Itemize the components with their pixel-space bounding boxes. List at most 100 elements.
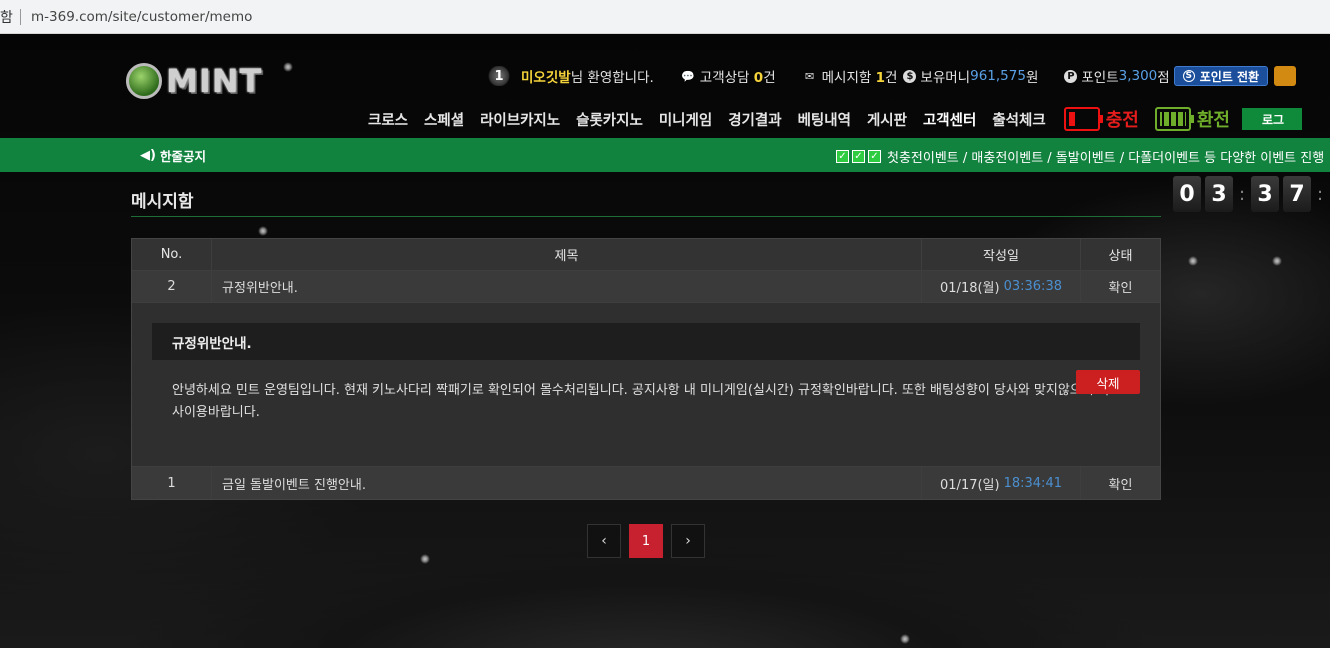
notice-bar: ◀︎) 한줄공지 ✓ ✓ ✓ 첫충전이벤트 / 매충전이벤트 / 돌발이벤트 /… (0, 138, 1330, 172)
point-convert-button[interactable]: S 포인트 전환 (1173, 66, 1269, 86)
row-date-day: 01/18(월) (940, 281, 1000, 296)
battery-full-icon (1154, 107, 1194, 131)
nav-item-board[interactable]: 게시판 (867, 109, 907, 130)
countdown-clock: 0 3 : 3 7 : (1173, 176, 1329, 212)
coin-icon: S (1182, 70, 1195, 82)
row-state: 확인 (1108, 281, 1133, 296)
message-link[interactable]: 메시지함 1건 (822, 66, 898, 86)
site-logo[interactable]: MINT (126, 62, 262, 100)
page-title: 메시지함 (131, 192, 194, 212)
username: 미오깃발 (521, 70, 571, 86)
clock-digit: 0 (1173, 176, 1201, 212)
checkbox-icon: ✓ (852, 150, 865, 163)
nav-item-customer-center[interactable]: 고객센터 (923, 109, 976, 130)
clock-digit: 3 (1251, 176, 1279, 212)
light-sparkle (900, 634, 910, 644)
notice-ticker[interactable]: ✓ ✓ ✓ 첫충전이벤트 / 매충전이벤트 / 돌발이벤트 / 다폴더이벤트 등… (836, 147, 1324, 166)
message-detail: 규정위반안내. 안녕하세요 민트 운영팀입니다. 현재 키노사다리 짝패기로 확… (132, 303, 1160, 467)
clock-digit: 7 (1283, 176, 1311, 212)
money-unit: 원 (1025, 70, 1039, 86)
ticker-text: 첫충전이벤트 / 매충전이벤트 / 돌발이벤트 / 다폴더이벤트 등 다양한 이… (887, 151, 1325, 166)
dollar-coin-icon: $ (903, 69, 917, 83)
header-state: 상태 (1108, 249, 1133, 264)
nav-item-special[interactable]: 스페셜 (424, 109, 464, 130)
leaf-logo-icon (126, 63, 162, 99)
row-date-day: 01/17(일) (940, 477, 1000, 493)
logo-text: MINT (166, 62, 263, 100)
header-title: 제목 (212, 239, 922, 270)
next-page-button[interactable]: › (671, 524, 705, 558)
exchange-label: 환전 (1196, 110, 1230, 131)
money-label: 보유머니 (920, 70, 971, 86)
header-date: 작성일 (922, 239, 1081, 270)
battery-low-icon (1063, 107, 1103, 131)
title-divider (131, 216, 1161, 217)
extra-menu-button[interactable] (1274, 66, 1297, 86)
envelope-icon: ✉ (805, 69, 815, 83)
header-no: No. (132, 239, 212, 270)
point-value: 3,300 (1118, 68, 1158, 84)
nav-item-live-casino[interactable]: 라이브카지노 (480, 109, 560, 130)
row-state: 확인 (1108, 477, 1133, 493)
chat-consult-icon: 💬 (680, 69, 695, 83)
speaker-icon: ◀︎) (140, 148, 156, 163)
table-header-row: No. 제목 작성일 상태 (132, 239, 1160, 271)
row-date-time: 03:36:38 (1003, 279, 1062, 294)
consult-unit: 건 (763, 70, 776, 86)
point-convert-label: 포인트 전환 (1199, 69, 1260, 84)
nav-item-attendance[interactable]: 출석체크 (992, 109, 1045, 130)
light-sparkle (420, 554, 430, 564)
table-row[interactable]: 1 금일 돌발이벤트 진행안내. 01/17(일) 18:34:41 확인 (132, 467, 1160, 499)
row-date: 01/17(일) 18:34:41 (922, 467, 1081, 499)
notice-label-text: 한줄공지 (159, 149, 206, 164)
row-no: 1 (132, 467, 212, 499)
nav-item-results[interactable]: 경기결과 (728, 109, 781, 130)
charge-button[interactable]: 충전 (1063, 106, 1153, 132)
point-coin-icon: P (1064, 69, 1078, 83)
message-count: 1 (875, 70, 885, 86)
address-separator (20, 8, 21, 25)
message-unit: 건 (885, 70, 898, 86)
consult-label: 고객상담 (699, 70, 754, 86)
detail-title: 규정위반안내. (152, 323, 1140, 360)
consult-link[interactable]: 고객상담 0건 (700, 66, 776, 86)
nav-item-cross[interactable]: 크로스 (368, 109, 408, 130)
nav-item-slot-casino[interactable]: 슬롯카지노 (576, 109, 643, 130)
prev-page-button[interactable]: ‹ (587, 524, 621, 558)
url-field[interactable]: m-369.com/site/customer/memo (31, 9, 252, 25)
row-date: 01/18(월) 03:36:38 (922, 271, 1081, 302)
checkbox-icon: ✓ (868, 150, 881, 163)
nav-item-minigame[interactable]: 미니게임 (659, 109, 712, 130)
level-star-icon: 1 (487, 66, 511, 86)
row-title[interactable]: 금일 돌발이벤트 진행안내. (212, 467, 922, 499)
welcome-text: 님 환영합니다. (570, 70, 654, 86)
message-table: No. 제목 작성일 상태 2 규정위반안내. 01/18(월) 03:36:3… (131, 238, 1161, 500)
row-title[interactable]: 규정위반안내. (212, 271, 922, 302)
clock-colon: : (1316, 183, 1324, 205)
table-row[interactable]: 2 규정위반안내. 01/18(월) 03:36:38 확인 (132, 271, 1160, 303)
checkbox-icon: ✓ (836, 150, 849, 163)
page-button-current[interactable]: 1 (629, 524, 663, 558)
exchange-button[interactable]: 환전 (1154, 106, 1242, 132)
charge-label: 충전 (1105, 110, 1139, 131)
notice-label: ◀︎) 한줄공지 (140, 146, 206, 165)
login-button[interactable]: 로그 (1241, 108, 1302, 130)
light-sparkle (1188, 256, 1198, 266)
money-value: 961,575 (970, 68, 1026, 84)
main-nav: 크로스 스페셜 라이브카지노 슬롯카지노 미니게임 경기결과 베팅내역 게시판 … (368, 106, 1302, 132)
row-date-time: 18:34:41 (1003, 475, 1062, 491)
browser-address-bar: 함 m-369.com/site/customer/memo (0, 0, 1330, 34)
consult-count: 0 (753, 70, 764, 86)
user-info-bar: 1 미오깃발 님 환영합니다. 💬 고객상담 0건 ✉ 메시지함 1건 $ 보유… (487, 66, 1297, 86)
clock-digit: 3 (1205, 176, 1233, 212)
delete-button[interactable]: 삭제 (1076, 370, 1140, 394)
nav-item-bet-history[interactable]: 베팅내역 (798, 109, 851, 130)
light-sparkle (283, 62, 293, 72)
clock-colon: : (1238, 183, 1246, 205)
detail-body: 안녕하세요 민트 운영팀입니다. 현재 키노사다리 짝패기로 확인되어 몰수처리… (172, 383, 1110, 420)
message-label: 메시지함 (821, 70, 876, 86)
light-sparkle (1272, 256, 1282, 266)
point-unit: 점 (1157, 70, 1170, 86)
browser-tab-fragment: 함 (0, 9, 13, 26)
light-sparkle (258, 226, 268, 236)
